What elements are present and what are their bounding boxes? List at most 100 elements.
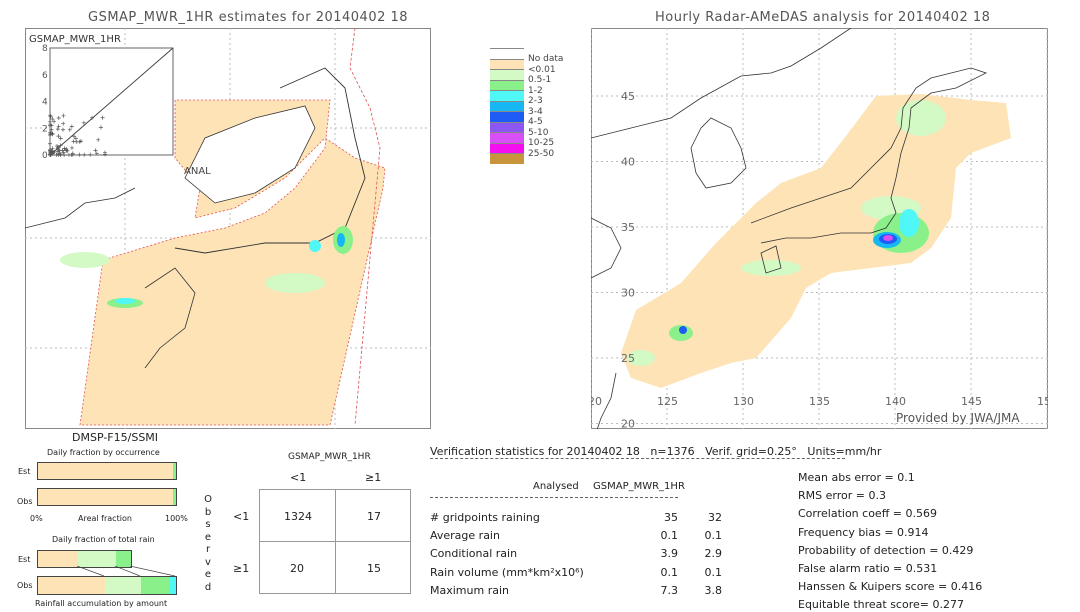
lon-tick-label: 120	[591, 395, 602, 408]
cell-hit: 15	[367, 562, 381, 575]
inset-tick-label: 2	[42, 124, 48, 134]
lon-tick-label: 135	[809, 395, 830, 408]
lon-tick-label: 145	[961, 395, 982, 408]
stat-gsmap: 0.1	[704, 565, 723, 579]
legend-swatch	[490, 79, 524, 91]
cell-miss: 20	[290, 562, 304, 575]
legend-swatch	[490, 58, 524, 70]
legend-label: 25-50	[528, 148, 555, 159]
est-label-2: Est	[18, 555, 31, 564]
stat-label: Average rain	[430, 529, 500, 543]
stats-header: Verification statistics for 20140402 18 …	[430, 445, 882, 458]
divider	[430, 458, 845, 459]
stat-gsmap: 0.1	[704, 529, 723, 543]
contingency-title: GSMAP_MWR_1HR	[288, 452, 371, 462]
legend-swatch	[490, 111, 524, 122]
obs-occurrence-bar	[37, 488, 177, 506]
lat-tick-label: 40	[621, 156, 635, 169]
stat-analysed: 35	[664, 511, 678, 524]
score: Hanssen & Kuipers score = 0.416	[798, 580, 983, 594]
legend-swatch	[490, 132, 524, 143]
stat-label: Conditional rain	[430, 547, 518, 561]
obs-label-2: Obs	[17, 581, 33, 590]
right-map-title: Hourly Radar-AMeDAS analysis for 2014040…	[655, 10, 991, 25]
stat-analysed: 7.3	[660, 583, 679, 597]
legend-label: 3-4	[528, 106, 543, 117]
legend-label: 1-2	[528, 85, 543, 96]
credit: Provided by JWA/JMA	[896, 411, 1020, 425]
legend-label: <0.01	[528, 64, 556, 75]
est-label: Est	[18, 467, 31, 476]
score: Probability of detection = 0.429	[798, 543, 974, 557]
score: Equitable threat score= 0.277	[798, 598, 964, 612]
right-map: 120 125 130 135 140 145 150 45 40 35 30 25 20 Provid…	[591, 28, 1048, 429]
legend-label: 10-25	[528, 138, 555, 148]
total-rain-title: Daily fraction of total rain	[52, 535, 155, 544]
legend-label: No data	[528, 54, 564, 64]
legend-swatch	[490, 69, 524, 80]
lat-tick-label: 25	[621, 352, 635, 365]
score: Frequency bias = 0.914	[798, 525, 929, 539]
lon-tick-label: 150	[1037, 395, 1048, 408]
satellite-label: DMSP-F15/SSMI	[72, 431, 159, 444]
legend-swatch	[490, 48, 524, 59]
row-header-lt1: <1	[233, 510, 250, 523]
lon-tick-label: 130	[733, 395, 754, 408]
lat-tick-label: 45	[621, 90, 635, 103]
row-header-ge1: ≥1	[233, 562, 250, 575]
observed-label: Observed	[204, 494, 212, 593]
col-header-ge1: ≥1	[365, 471, 382, 484]
stat-label: # gridpoints raining	[430, 511, 540, 524]
inset-tick-label: 6	[42, 71, 48, 81]
score: Mean abs error = 0.1	[798, 471, 915, 484]
legend-swatch	[490, 153, 524, 164]
stat-label: Rain volume (mm*km²x10⁶)	[430, 565, 584, 579]
lon-tick-label: 140	[885, 395, 906, 408]
lat-tick-label: 20	[621, 418, 635, 430]
left-map: ANAL GSMAP_MWR_1HR 02468	[25, 28, 431, 429]
est-occurrence-bar	[37, 462, 177, 480]
obs-label: Obs	[17, 497, 33, 506]
legend-swatch	[490, 121, 524, 133]
accumulation-caption: Rainfall accumulation by amount	[35, 599, 168, 608]
stat-gsmap: 32	[708, 511, 722, 524]
score: False alarm ratio = 0.531	[798, 562, 938, 575]
axis-right: 100%	[165, 514, 188, 523]
stat-gsmap: 2.9	[704, 547, 723, 561]
cell-false-alarm: 17	[367, 510, 381, 523]
stat-analysed: 3.9	[660, 547, 679, 561]
axis-mid: Areal fraction	[78, 514, 132, 523]
occurrence-title: Daily fraction by occurrence	[47, 448, 160, 457]
legend-swatch	[490, 100, 524, 112]
stat-analysed: 0.1	[660, 529, 679, 543]
contingency-grid: 1324 17 20 15	[259, 489, 411, 594]
divider	[430, 497, 678, 498]
legend: No data <0.01 0.5-1 1-2 2-3 3-4 4-5 5-10 10-25 25…	[490, 48, 564, 198]
inset-tick-label: 8	[42, 44, 48, 54]
col-analysed: Analysed	[533, 481, 579, 492]
col-gsmap: GSMAP_MWR_1HR	[593, 481, 685, 492]
col-header-lt1: <1	[290, 471, 307, 484]
inset-scatter: GSMAP_MWR_1HR 02468	[29, 34, 174, 161]
legend-label: 0.5-1	[528, 75, 552, 85]
lat-tick-label: 35	[621, 221, 635, 234]
score: RMS error = 0.3	[798, 489, 886, 503]
score: Correlation coeff = 0.569	[798, 507, 937, 521]
legend-label: 4-5	[528, 117, 543, 127]
legend-label: 5-10	[528, 127, 549, 138]
inset-tick-label: 0	[42, 151, 48, 161]
stat-analysed: 0.1	[660, 565, 679, 579]
inset-tick-label: 4	[42, 98, 48, 108]
axis-left: 0%	[30, 514, 43, 523]
cell-hits-neg: 1324	[284, 510, 312, 523]
legend-label: 2-3	[528, 96, 543, 106]
legend-swatch	[490, 142, 524, 154]
stat-label: Maximum rain	[430, 583, 509, 597]
lon-tick-label: 125	[657, 395, 678, 408]
lat-tick-label: 30	[621, 287, 635, 300]
obs-rain-bar	[37, 576, 177, 595]
stat-gsmap: 3.8	[704, 583, 723, 597]
anal-label: ANAL	[184, 166, 211, 177]
legend-swatch	[490, 90, 524, 101]
left-map-title: GSMAP_MWR_1HR estimates for 20140402 18	[88, 10, 409, 25]
